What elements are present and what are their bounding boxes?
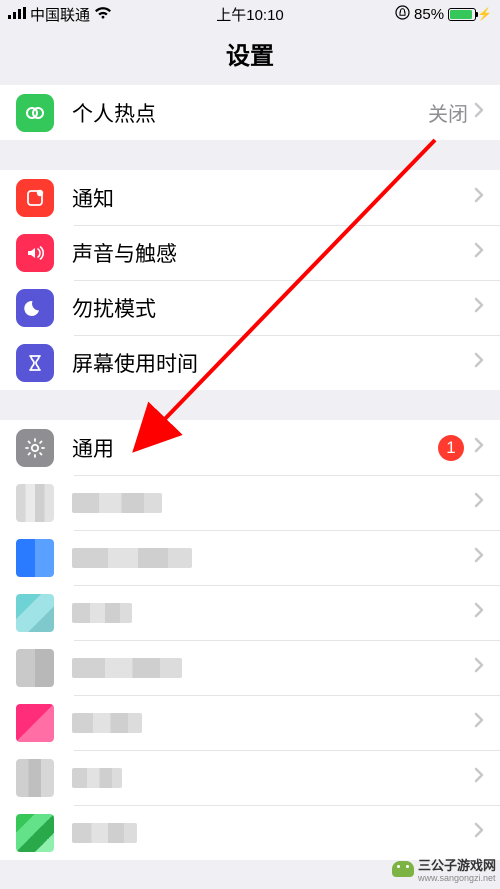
chevron-right-icon — [474, 767, 484, 788]
redacted-icon — [16, 484, 54, 522]
chevron-right-icon — [474, 657, 484, 678]
row-redacted[interactable] — [0, 530, 500, 585]
battery-percent: 85% — [414, 6, 444, 23]
group-separator — [0, 390, 500, 420]
chevron-right-icon — [474, 712, 484, 733]
status-left: 中国联通 — [8, 4, 112, 25]
row-value: 关闭 — [428, 98, 468, 127]
row-redacted[interactable] — [0, 585, 500, 640]
chevron-right-icon — [474, 242, 484, 263]
carrier-label: 中国联通 — [30, 4, 90, 25]
row-label: 屏幕使用时间 — [72, 348, 474, 378]
watermark-name: 三公子游戏网 — [418, 858, 496, 873]
page-title: 设置 — [0, 28, 500, 85]
row-label: 声音与触感 — [72, 238, 474, 268]
status-bar: 中国联通 上午10:10 85% ⚡ — [0, 0, 500, 28]
chevron-right-icon — [474, 297, 484, 318]
battery-icon: ⚡ — [448, 7, 492, 21]
sound-icon — [16, 234, 54, 272]
redacted-icon — [16, 594, 54, 632]
orientation-lock-icon — [395, 5, 410, 24]
group-separator — [0, 140, 500, 170]
chevron-right-icon — [474, 602, 484, 623]
row-label: 通用 — [72, 433, 438, 463]
redacted-icon — [16, 814, 54, 852]
redacted-icon — [16, 649, 54, 687]
redacted-label — [72, 658, 182, 678]
row-general[interactable]: 通用 1 — [0, 420, 500, 475]
hourglass-icon — [16, 344, 54, 382]
charging-icon: ⚡ — [477, 7, 492, 21]
chevron-right-icon — [474, 492, 484, 513]
row-redacted[interactable] — [0, 475, 500, 530]
redacted-label — [72, 713, 142, 733]
row-redacted[interactable] — [0, 695, 500, 750]
redacted-icon — [16, 539, 54, 577]
moon-icon — [16, 289, 54, 327]
status-right: 85% ⚡ — [395, 5, 492, 24]
settings-group-connectivity: 个人热点 关闭 — [0, 85, 500, 140]
row-sounds-haptics[interactable]: 声音与触感 — [0, 225, 500, 280]
chevron-right-icon — [474, 102, 484, 123]
wifi-icon — [94, 6, 112, 23]
signal-icon — [8, 6, 26, 23]
gear-icon — [16, 429, 54, 467]
redacted-icon — [16, 704, 54, 742]
row-redacted[interactable] — [0, 750, 500, 805]
chevron-right-icon — [474, 437, 484, 458]
chevron-right-icon — [474, 187, 484, 208]
watermark-logo-icon — [392, 861, 414, 877]
redacted-label — [72, 493, 162, 513]
redacted-label — [72, 768, 122, 788]
row-screen-time[interactable]: 屏幕使用时间 — [0, 335, 500, 390]
watermark-url: www.sangongzi.net — [418, 874, 496, 883]
row-redacted[interactable] — [0, 640, 500, 695]
chevron-right-icon — [474, 822, 484, 843]
row-do-not-disturb[interactable]: 勿扰模式 — [0, 280, 500, 335]
notification-badge: 1 — [438, 435, 464, 461]
row-label: 勿扰模式 — [72, 293, 474, 323]
settings-group-notifications: 通知 声音与触感 勿扰模式 屏幕使用时间 — [0, 170, 500, 390]
redacted-label — [72, 823, 137, 843]
redacted-label — [72, 548, 192, 568]
row-redacted[interactable] — [0, 805, 500, 860]
redacted-icon — [16, 759, 54, 797]
settings-group-general: 通用 1 — [0, 420, 500, 860]
notifications-icon — [16, 179, 54, 217]
redacted-label — [72, 603, 132, 623]
row-notifications[interactable]: 通知 — [0, 170, 500, 225]
watermark: 三公子游戏网 www.sangongzi.net — [392, 855, 496, 883]
status-time: 上午10:10 — [216, 4, 284, 25]
chevron-right-icon — [474, 352, 484, 373]
row-label: 通知 — [72, 183, 474, 213]
chevron-right-icon — [474, 547, 484, 568]
row-label: 个人热点 — [72, 98, 428, 128]
row-personal-hotspot[interactable]: 个人热点 关闭 — [0, 85, 500, 140]
hotspot-icon — [16, 94, 54, 132]
